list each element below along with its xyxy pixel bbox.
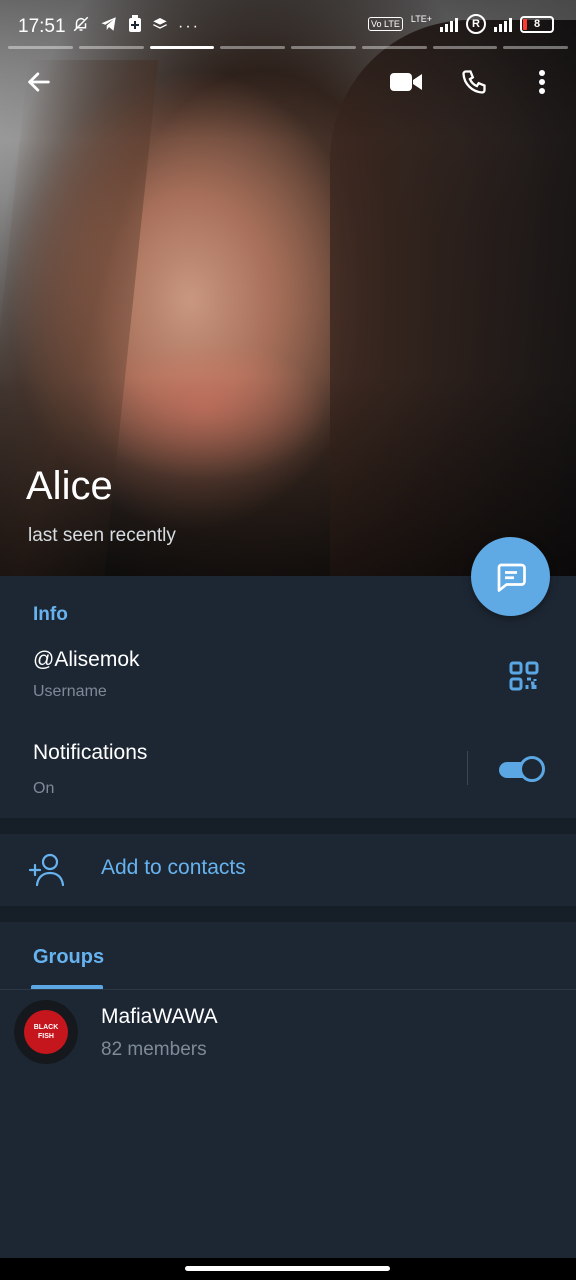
back-arrow-icon xyxy=(28,72,50,92)
battery-saver-icon xyxy=(128,15,142,38)
voice-call-button[interactable] xyxy=(452,60,496,104)
group-avatar-text-line1: BLACK xyxy=(33,1024,59,1031)
phone-icon xyxy=(462,70,486,94)
progress-segment xyxy=(432,46,498,49)
progress-segment xyxy=(78,46,144,49)
qr-code-icon xyxy=(509,661,539,691)
profile-name: Alice xyxy=(26,464,113,508)
volte-icon: Vo LTE xyxy=(368,17,403,31)
group-avatar-text-line2: FISH xyxy=(38,1033,54,1040)
username-value[interactable]: @Alisemok xyxy=(33,648,140,672)
qr-code-button[interactable] xyxy=(504,656,544,696)
mute-bell-icon xyxy=(72,15,90,38)
username-label: Username xyxy=(33,683,107,700)
progress-segment xyxy=(503,46,568,49)
groups-section: Groups BLACK FISH MafiaWAWA 82 members xyxy=(0,922,576,1258)
tab-divider xyxy=(0,989,576,990)
telegram-icon xyxy=(100,15,118,38)
photo-progress-segments xyxy=(8,46,568,49)
progress-segment xyxy=(220,46,285,49)
layers-icon xyxy=(152,16,168,37)
home-indicator[interactable] xyxy=(185,1266,390,1271)
video-camera-icon xyxy=(390,73,422,91)
group-members-count: 82 members xyxy=(101,1039,207,1060)
back-button[interactable] xyxy=(17,60,61,104)
add-to-contacts-label: Add to contacts xyxy=(101,856,246,879)
roaming-icon: R xyxy=(466,14,486,34)
status-right-icons: Vo LTE LTE+ R 8 xyxy=(368,14,554,34)
group-list-item[interactable]: BLACK FISH MafiaWAWA 82 members xyxy=(0,994,576,1068)
progress-segment xyxy=(291,46,356,49)
notifications-value: On xyxy=(33,780,55,797)
send-message-button[interactable] xyxy=(471,537,550,616)
status-bar: 17:51 ··· Vo LTE LTE+ R 8 xyxy=(0,0,576,52)
info-section-title: Info xyxy=(33,604,68,625)
more-notifications-icon: ··· xyxy=(178,17,200,35)
signal-icon-2 xyxy=(494,16,512,32)
battery-icon: 8 xyxy=(520,15,554,33)
progress-segment-active xyxy=(149,46,215,49)
video-call-button[interactable] xyxy=(384,60,428,104)
add-user-icon xyxy=(28,853,65,887)
notifications-label[interactable]: Notifications xyxy=(33,741,147,765)
signal-icon xyxy=(440,16,458,32)
profile-last-seen: last seen recently xyxy=(28,525,176,546)
add-to-contacts-row[interactable]: Add to contacts xyxy=(0,834,576,906)
section-divider xyxy=(0,906,576,922)
status-left-icons: ··· xyxy=(72,15,200,38)
vertical-divider xyxy=(467,751,468,785)
group-name: MafiaWAWA xyxy=(101,1005,218,1028)
progress-segment xyxy=(8,46,73,49)
toggle-knob xyxy=(519,756,545,782)
group-avatar: BLACK FISH xyxy=(14,1000,78,1064)
info-section: Info @Alisemok Username Notifications On xyxy=(0,576,576,818)
tab-groups[interactable]: Groups xyxy=(33,946,104,969)
progress-segment xyxy=(361,46,427,49)
section-divider xyxy=(0,818,576,834)
notifications-toggle[interactable] xyxy=(497,755,547,783)
lte-label: LTE+ xyxy=(410,14,432,24)
more-options-button[interactable] xyxy=(520,60,564,104)
kebab-menu-icon xyxy=(539,70,545,94)
battery-level: 8 xyxy=(533,18,541,30)
status-time: 17:51 xyxy=(18,16,66,37)
message-icon xyxy=(497,563,526,592)
group-avatar-logo: BLACK FISH xyxy=(24,1010,68,1054)
